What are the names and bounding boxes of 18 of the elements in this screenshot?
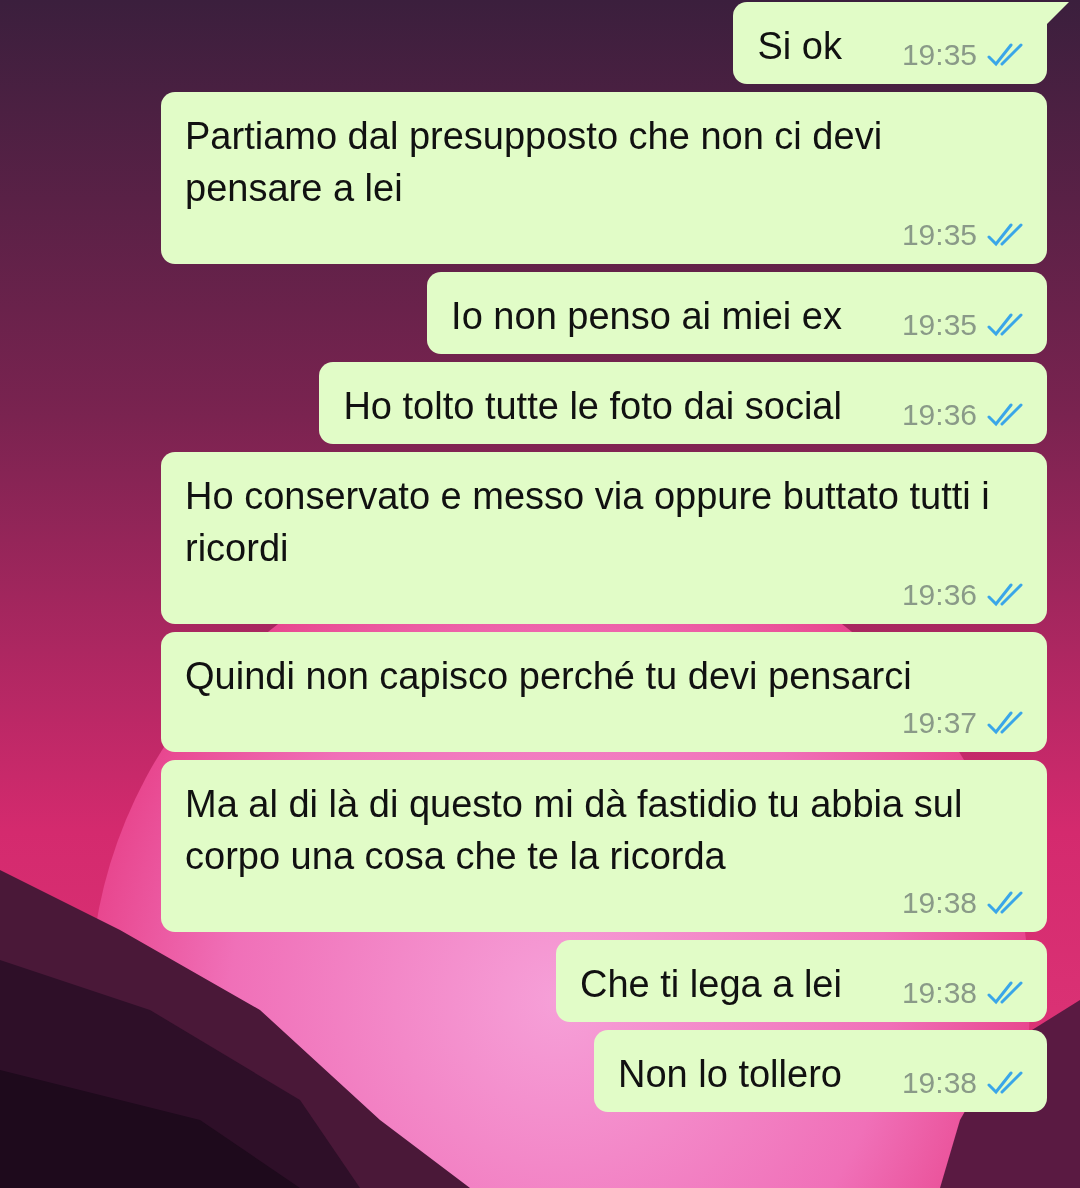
- message-time: 19:38: [901, 886, 977, 920]
- message-time: 19:36: [901, 398, 977, 432]
- message-time: 19:36: [901, 578, 977, 612]
- message-text: Ma al di là di questo mi dà fastidio tu abbia sul corpo una cosa che te la ricorda: [185, 782, 964, 879]
- message-text: Si ok: [757, 24, 842, 69]
- message-text: Ho conservato e messo via oppure buttato tutti i ricordi: [185, 474, 991, 571]
- message-time: 19:35: [901, 218, 977, 252]
- message-time: 19:38: [901, 976, 977, 1010]
- message-text: Quindi non capisco perché tu devi pensarci: [185, 654, 913, 699]
- message-text: Ho tolto tutte le foto dai social: [343, 384, 842, 429]
- message-text: Che ti lega a lei: [580, 962, 842, 1007]
- message-time: 19:38: [901, 1066, 977, 1100]
- message-time: 19:35: [901, 38, 977, 72]
- message-text: Io non penso ai miei ex: [451, 294, 842, 339]
- message-time: 19:37: [901, 706, 977, 740]
- message-text: Non lo tollero: [618, 1052, 842, 1097]
- message-time: 19:35: [901, 308, 977, 342]
- message-text: Partiamo dal presupposto che non ci devi pensare a lei: [185, 114, 884, 211]
